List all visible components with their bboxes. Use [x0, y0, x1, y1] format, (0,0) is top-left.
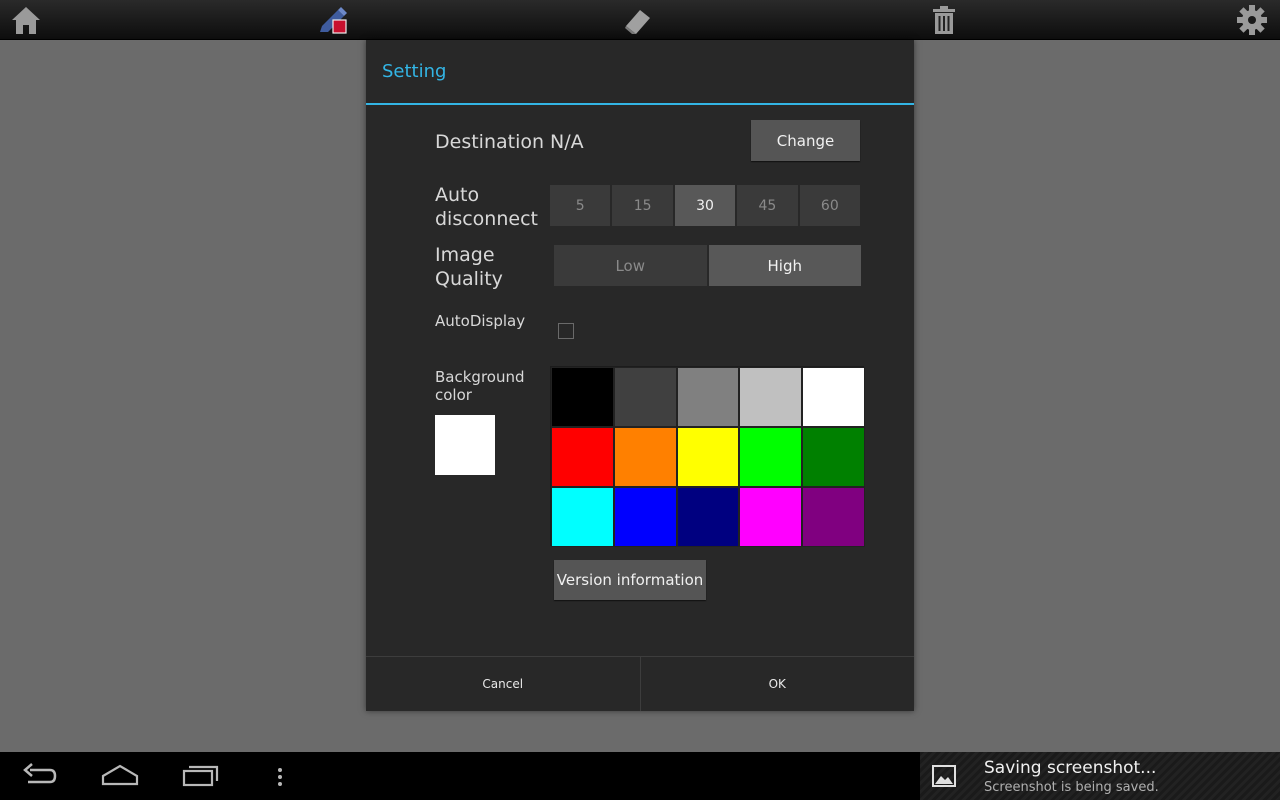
color-swatch[interactable]	[551, 427, 614, 487]
gear-icon[interactable]	[1236, 4, 1268, 36]
color-swatch[interactable]	[676, 367, 740, 427]
color-swatch[interactable]	[802, 367, 865, 427]
image-quality-option[interactable]: High	[708, 245, 861, 286]
color-swatch[interactable]	[551, 367, 614, 427]
destination-label: Destination	[435, 131, 545, 153]
color-swatch[interactable]	[739, 367, 803, 427]
background-color-label-line1: Background	[435, 368, 525, 386]
color-swatch[interactable]	[802, 427, 865, 487]
version-information-button[interactable]: Version information	[554, 560, 706, 600]
color-swatch[interactable]	[676, 427, 740, 487]
color-swatch[interactable]	[739, 487, 803, 547]
color-swatch[interactable]	[676, 487, 740, 547]
background-color-label-line2: color	[435, 386, 472, 404]
trash-icon[interactable]	[928, 4, 960, 36]
image-quality-selector: Low High	[554, 245, 861, 286]
eraser-icon[interactable]	[622, 4, 654, 36]
color-palette	[550, 366, 865, 547]
auto-disconnect-label-line2: disconnect	[435, 208, 538, 230]
image-quality-label-line1: Image	[435, 244, 495, 266]
top-toolbar	[0, 0, 1280, 40]
auto-disconnect-option[interactable]: 30	[674, 185, 736, 226]
background-color-preview	[435, 415, 495, 475]
cancel-button[interactable]: Cancel	[366, 657, 641, 711]
back-icon[interactable]	[22, 762, 58, 790]
image-quality-label: Image Quality	[435, 243, 503, 291]
title-divider	[366, 103, 914, 105]
color-swatch[interactable]	[551, 487, 614, 547]
pen-color-icon[interactable]	[318, 4, 350, 36]
auto-disconnect-option[interactable]: 15	[612, 185, 673, 226]
screenshot-notification[interactable]: Saving screenshot... Screenshot is being…	[920, 752, 1280, 800]
home-icon[interactable]	[10, 4, 42, 36]
change-destination-button[interactable]: Change	[751, 120, 860, 161]
image-quality-option[interactable]: Low	[554, 245, 707, 286]
ok-button[interactable]: OK	[641, 657, 915, 711]
home-nav-icon[interactable]	[100, 762, 140, 790]
auto-display-checkbox[interactable]	[558, 323, 574, 339]
settings-dialog: Setting Destination N/A Change Auto disc…	[366, 40, 914, 711]
dialog-title: Setting	[382, 61, 447, 82]
color-swatch[interactable]	[613, 427, 677, 487]
dialog-footer: Cancel OK	[366, 656, 914, 711]
overflow-menu-icon[interactable]	[276, 762, 284, 790]
background-color-label: Background color	[435, 368, 525, 404]
recent-apps-icon[interactable]	[182, 762, 220, 790]
image-icon	[932, 764, 956, 788]
destination-value: N/A	[550, 131, 584, 153]
notification-text: Screenshot is being saved.	[984, 780, 1159, 795]
color-swatch[interactable]	[613, 367, 677, 427]
auto-disconnect-option[interactable]: 60	[799, 185, 861, 226]
notification-title: Saving screenshot...	[984, 758, 1157, 778]
auto-disconnect-option[interactable]: 5	[550, 185, 611, 226]
auto-disconnect-label: Auto disconnect	[435, 183, 538, 231]
color-swatch[interactable]	[613, 487, 677, 547]
color-swatch[interactable]	[802, 487, 865, 547]
auto-display-label: AutoDisplay	[435, 312, 526, 330]
auto-disconnect-option[interactable]: 45	[737, 185, 798, 226]
color-swatch[interactable]	[739, 427, 803, 487]
auto-disconnect-label-line1: Auto	[435, 184, 480, 206]
auto-disconnect-selector: 5 15 30 45 60	[550, 185, 861, 226]
image-quality-label-line2: Quality	[435, 268, 503, 290]
